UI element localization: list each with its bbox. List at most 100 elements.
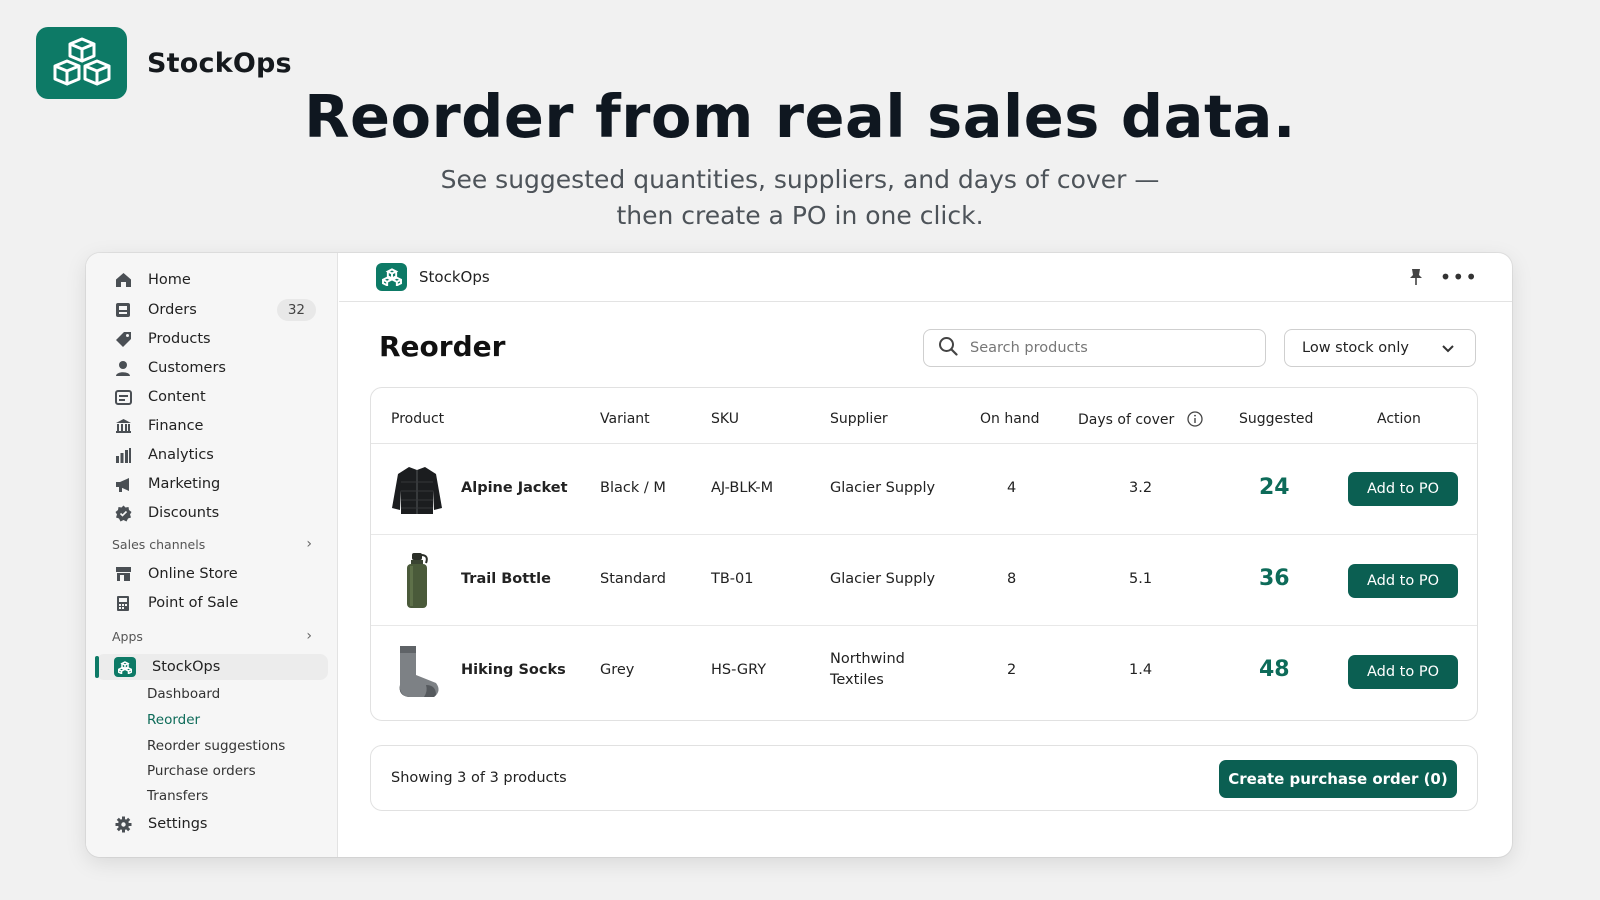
sidebar-item-label: Home — [148, 272, 191, 288]
sku-cell: TB-01 — [711, 571, 754, 587]
jacket-image — [387, 462, 447, 518]
suggested-qty: 48 — [1259, 657, 1290, 682]
sidebar-item-products[interactable]: Products — [86, 326, 338, 352]
supplier-cell-line2: Textiles — [830, 672, 884, 688]
sidebar-item-label: Finance — [148, 418, 204, 434]
column-header-variant: Variant — [600, 411, 650, 427]
hero-subtitle-line1: See suggested quantities, suppliers, and… — [440, 165, 1160, 194]
stockops-icon — [114, 657, 136, 677]
product-name: Trail Bottle — [461, 571, 551, 587]
chevron-right-icon: › — [306, 628, 312, 644]
app-window: Home Orders 32 Products Customers Conten… — [86, 253, 1512, 857]
pin-icon[interactable] — [1408, 268, 1424, 290]
add-to-po-button[interactable]: Add to PO — [1348, 655, 1458, 689]
orders-count-badge: 32 — [276, 299, 316, 321]
supplier-cell: Glacier Supply — [830, 571, 936, 587]
sidebar-item-label: Settings — [148, 816, 208, 832]
sidebar-item-label: Orders — [148, 302, 197, 318]
sidebar-item-customers[interactable]: Customers — [86, 355, 338, 381]
bottle-image — [387, 553, 447, 609]
more-options-icon[interactable]: ••• — [1440, 265, 1478, 289]
sales-channels-label: Sales channels — [112, 536, 206, 552]
sidebar-item-settings[interactable]: Settings — [86, 811, 338, 837]
sidebar-item-content[interactable]: Content — [86, 384, 338, 410]
sidebar-item-label: Point of Sale — [148, 595, 239, 611]
store-icon — [114, 565, 132, 583]
stock-filter-select[interactable]: Low stock only — [1284, 329, 1476, 367]
hero-subtitle: See suggested quantities, suppliers, and… — [0, 162, 1600, 234]
suggested-qty: 36 — [1259, 566, 1290, 591]
product-name: Hiking Socks — [461, 662, 566, 678]
bar-chart-icon — [114, 446, 132, 464]
add-to-po-button[interactable]: Add to PO — [1348, 472, 1458, 506]
variant-cell: Grey — [600, 662, 635, 678]
gear-icon — [114, 815, 132, 833]
stockops-icon — [376, 263, 407, 291]
add-to-po-button[interactable]: Add to PO — [1348, 564, 1458, 598]
sidebar-item-marketing[interactable]: Marketing — [86, 471, 338, 497]
on-hand-cell: 2 — [1007, 662, 1017, 678]
days-of-cover-cell: 5.1 — [1129, 571, 1153, 587]
search-icon — [938, 336, 958, 360]
search-placeholder: Search products — [970, 340, 1088, 356]
subnav-purchase-orders[interactable]: Purchase orders — [147, 760, 256, 782]
column-header-product: Product — [391, 411, 445, 427]
sidebar-item-point-of-sale[interactable]: Point of Sale — [86, 590, 338, 616]
sidebar-item-label: Analytics — [148, 447, 214, 463]
subnav-reorder[interactable]: Reorder — [147, 709, 200, 731]
search-input[interactable]: Search products — [923, 329, 1266, 367]
create-purchase-order-button[interactable]: Create purchase order (0) — [1219, 760, 1457, 798]
reorder-table: Product Variant SKU Supplier On hand Day… — [370, 387, 1478, 721]
on-hand-cell: 4 — [1007, 480, 1017, 496]
sku-cell: AJ-BLK-M — [711, 480, 774, 496]
filter-value: Low stock only — [1302, 340, 1409, 356]
sidebar-item-orders[interactable]: Orders 32 — [86, 297, 338, 323]
sidebar-item-stockops[interactable]: StockOps — [95, 654, 328, 680]
sidebar: Home Orders 32 Products Customers Conten… — [86, 253, 338, 857]
column-header-supplier: Supplier — [830, 411, 888, 427]
apps-label: Apps — [112, 628, 143, 644]
table-row: Alpine Jacket Black / M AJ-BLK-M Glacier… — [371, 444, 1477, 535]
hero-title: Reorder from real sales data. — [304, 82, 1296, 151]
sock-image — [387, 644, 447, 700]
sidebar-item-analytics[interactable]: Analytics — [86, 442, 338, 468]
subnav-transfers[interactable]: Transfers — [147, 785, 208, 807]
sidebar-item-label: Discounts — [148, 505, 220, 521]
variant-cell: Standard — [600, 571, 666, 587]
home-icon — [114, 271, 132, 289]
column-header-suggested: Suggested — [1239, 411, 1314, 427]
product-name: Alpine Jacket — [461, 480, 568, 496]
hero-subtitle-line2: then create a PO in one click. — [616, 201, 984, 230]
sidebar-item-home[interactable]: Home — [86, 267, 338, 293]
variant-cell: Black / M — [600, 480, 666, 496]
sidebar-item-label: Customers — [148, 360, 226, 376]
bank-icon — [114, 417, 132, 435]
sales-channels-section[interactable]: Sales channels › — [112, 534, 312, 554]
supplier-cell: Northwind — [830, 651, 905, 667]
person-icon — [114, 359, 132, 377]
content-icon — [114, 388, 132, 406]
sidebar-item-finance[interactable]: Finance — [86, 413, 338, 439]
sidebar-item-label: StockOps — [152, 659, 221, 675]
days-of-cover-label: Days of cover — [1078, 412, 1175, 428]
sidebar-item-label: Content — [148, 389, 206, 405]
suggested-qty: 24 — [1259, 475, 1290, 500]
showing-count: Showing 3 of 3 products — [391, 770, 567, 786]
subnav-dashboard[interactable]: Dashboard — [147, 683, 220, 705]
apps-section[interactable]: Apps › — [112, 626, 312, 646]
supplier-cell: Glacier Supply — [830, 480, 936, 496]
pos-icon — [114, 594, 132, 612]
days-of-cover-cell: 1.4 — [1129, 662, 1153, 678]
sidebar-item-online-store[interactable]: Online Store — [86, 561, 338, 587]
orders-icon — [114, 301, 132, 319]
tag-icon — [114, 330, 132, 348]
table-row: Hiking Socks Grey HS-GRY Northwind Texti… — [371, 626, 1477, 717]
app-topbar: StockOps ••• — [339, 253, 1512, 302]
info-icon[interactable] — [1187, 411, 1203, 431]
active-indicator — [95, 656, 99, 678]
subnav-reorder-suggestions[interactable]: Reorder suggestions — [147, 735, 285, 757]
sidebar-item-discounts[interactable]: Discounts — [86, 500, 338, 526]
brand-name: StockOps — [147, 47, 292, 79]
column-header-days-of-cover: Days of cover — [1078, 411, 1203, 431]
on-hand-cell: 8 — [1007, 571, 1017, 587]
